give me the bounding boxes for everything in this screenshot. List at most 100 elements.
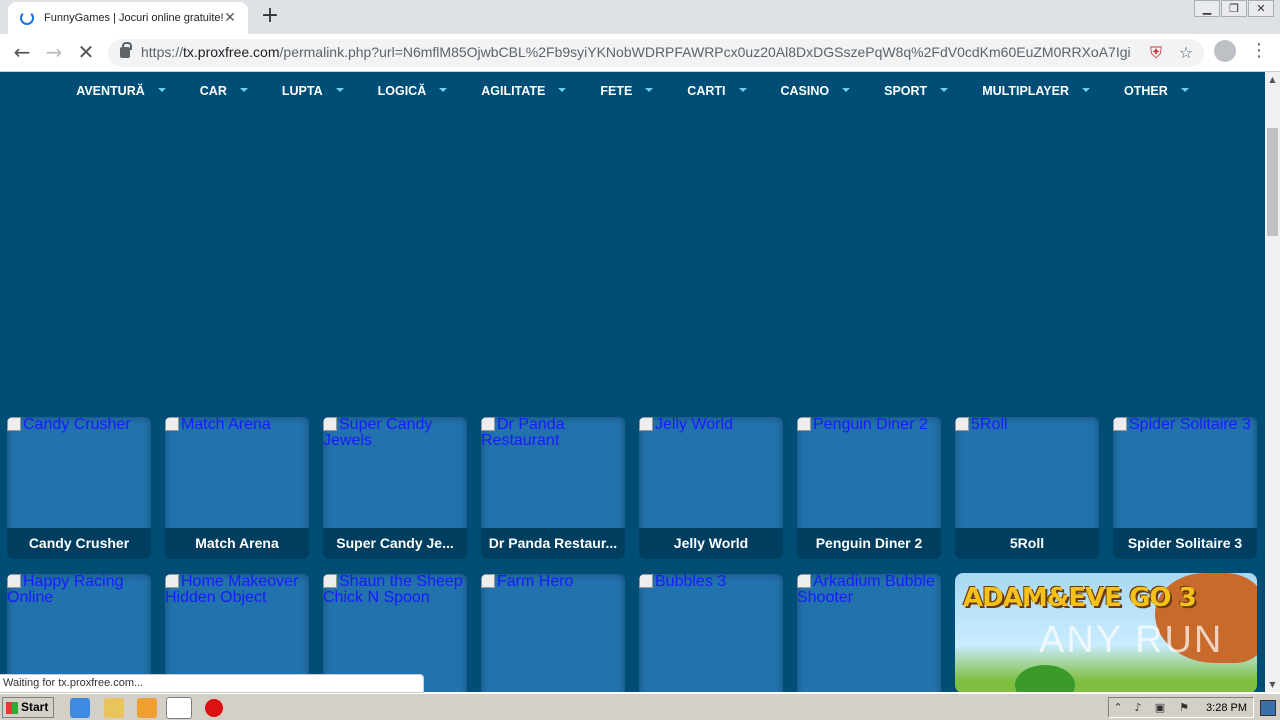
game-thumbnail[interactable]: Candy Crusher xyxy=(7,417,151,433)
blocked-icon[interactable]: ⛨ xyxy=(1146,43,1166,63)
game-thumbnail[interactable]: Super Candy Jewels xyxy=(323,417,467,449)
network-icon[interactable]: ▣ xyxy=(1153,701,1167,715)
nav-item[interactable]: CAR xyxy=(200,72,248,110)
page-content: AVENTURĂ CAR LUPTA LOGICĂ AGILITATE FETE CARTI… xyxy=(0,72,1265,692)
game-card[interactable]: Super Candy Jewels Super Candy Je... xyxy=(323,417,467,559)
image-alt-text: Spider Solitaire 3 xyxy=(1129,417,1251,433)
game-card[interactable]: 5Roll 5Roll xyxy=(955,417,1099,559)
broken-image-icon xyxy=(1113,417,1127,431)
nav-item[interactable]: MULTIPLAYER xyxy=(982,72,1090,110)
game-card[interactable]: Bubbles 3 xyxy=(639,574,783,692)
address-bar[interactable]: https://tx.proxfree.com/permalink.php?ur… xyxy=(108,39,1204,67)
game-title[interactable]: Dr Panda Restaur... xyxy=(481,528,625,559)
nav-item-label: LUPTA xyxy=(281,84,323,98)
game-thumbnail[interactable]: Bubbles 3 xyxy=(639,574,783,590)
leaf-illustration xyxy=(1015,665,1075,692)
opera-icon[interactable] xyxy=(205,699,223,717)
nav-item[interactable]: CARTI xyxy=(687,72,747,110)
game-card[interactable]: Dr Panda Restaurant Dr Panda Restaur... xyxy=(481,417,625,559)
game-thumbnail[interactable]: Jelly World xyxy=(639,417,783,433)
image-alt-text: Super Candy Jewels xyxy=(323,417,433,449)
scroll-up-icon[interactable]: ▲ xyxy=(1265,72,1280,87)
game-card[interactable]: Candy Crusher Candy Crusher xyxy=(7,417,151,559)
menu-icon[interactable]: ⋮ xyxy=(1250,40,1268,62)
game-title[interactable]: Candy Crusher xyxy=(7,528,151,559)
broken-image-icon xyxy=(323,574,337,588)
nav-item[interactable]: LOGICĂ xyxy=(378,72,448,110)
game-thumbnail[interactable]: 5Roll xyxy=(955,417,1099,433)
profile-avatar[interactable] xyxy=(1214,40,1236,62)
game-thumbnail[interactable]: Match Arena xyxy=(165,417,309,433)
featured-game-banner[interactable]: ADAM&EVE GO 3 ANY RUN xyxy=(955,573,1257,692)
forward-icon[interactable]: → xyxy=(42,41,66,65)
game-thumbnail[interactable]: Spider Solitaire 3 xyxy=(1113,417,1257,433)
image-alt-text: Arkadium Bubble Shooter xyxy=(797,574,935,606)
status-bubble: Waiting for tx.proxfree.com... xyxy=(0,674,424,693)
scroll-thumb[interactable] xyxy=(1267,128,1278,236)
back-icon[interactable]: ← xyxy=(10,41,34,65)
game-card[interactable]: Spider Solitaire 3 Spider Solitaire 3 xyxy=(1113,417,1257,559)
game-card[interactable]: Arkadium Bubble Shooter xyxy=(797,574,941,692)
category-nav: AVENTURĂ CAR LUPTA LOGICĂ AGILITATE FETE CARTI… xyxy=(0,72,1265,110)
game-title[interactable]: Super Candy Je... xyxy=(323,528,467,559)
close-window-icon[interactable]: ✕ xyxy=(1248,0,1274,17)
game-thumbnail[interactable]: Penguin Diner 2 xyxy=(797,417,941,433)
nav-item-label: CAR xyxy=(199,84,227,98)
new-tab-icon[interactable]: + xyxy=(258,5,282,29)
game-card[interactable]: Jelly World Jelly World xyxy=(639,417,783,559)
media-player-icon[interactable] xyxy=(137,698,157,718)
image-alt-text: Jelly World xyxy=(655,417,733,433)
image-alt-text: Happy Racing Online xyxy=(7,574,124,606)
browser-tab[interactable]: FunnyGames | Jocuri online gratuite! ✕ xyxy=(8,2,248,34)
game-title[interactable]: Penguin Diner 2 xyxy=(797,528,941,559)
flag-icon[interactable]: ⚑ xyxy=(1177,701,1191,715)
bookmark-star-icon[interactable]: ☆ xyxy=(1176,43,1196,62)
game-title[interactable]: Spider Solitaire 3 xyxy=(1113,528,1257,559)
tab-strip: FunnyGames | Jocuri online gratuite! ✕ +… xyxy=(0,0,1280,34)
caret-down-icon xyxy=(645,88,654,92)
stop-icon[interactable]: ✕ xyxy=(74,41,98,65)
nav-item[interactable]: FETE xyxy=(600,72,654,110)
start-button[interactable]: Start xyxy=(2,697,54,718)
broken-image-icon xyxy=(165,417,179,431)
volume-icon[interactable]: ♪ xyxy=(1131,701,1145,715)
broken-image-icon xyxy=(797,417,811,431)
featured-logo: ADAM&EVE GO 3 xyxy=(963,583,1197,613)
caret-down-icon xyxy=(738,88,747,92)
scroll-down-icon[interactable]: ▼ xyxy=(1265,677,1280,692)
chrome-taskbar-icon[interactable] xyxy=(166,697,192,719)
nav-item[interactable]: AGILITATE xyxy=(481,72,567,110)
game-card[interactable]: Match Arena Match Arena xyxy=(165,417,309,559)
nav-item[interactable]: OTHER xyxy=(1124,72,1189,110)
game-title[interactable]: Match Arena xyxy=(165,528,309,559)
game-thumbnail[interactable]: Home Makeover Hidden Object xyxy=(165,574,309,606)
game-thumbnail[interactable]: Happy Racing Online xyxy=(7,574,151,606)
game-thumbnail[interactable]: Shaun the Sheep Chick N Spoon xyxy=(323,574,467,606)
restore-icon[interactable]: ❐ xyxy=(1221,0,1247,17)
tray-expand-icon[interactable]: ⌃ xyxy=(1111,701,1125,715)
nav-item-label: AVENTURĂ xyxy=(76,84,145,98)
watermark: ANY RUN xyxy=(1039,619,1224,661)
broken-image-icon xyxy=(481,574,495,588)
nav-item[interactable]: AVENTURĂ xyxy=(76,72,166,110)
close-tab-icon[interactable]: ✕ xyxy=(222,10,238,26)
game-card[interactable]: Penguin Diner 2 Penguin Diner 2 xyxy=(797,417,941,559)
nav-item[interactable]: LUPTA xyxy=(282,72,344,110)
explorer-icon[interactable] xyxy=(104,698,124,718)
game-thumbnail[interactable]: Dr Panda Restaurant xyxy=(481,417,625,449)
nav-item[interactable]: SPORT xyxy=(884,72,949,110)
game-thumbnail[interactable]: Farm Hero xyxy=(481,574,625,590)
game-title[interactable]: 5Roll xyxy=(955,528,1099,559)
image-alt-text: Candy Crusher xyxy=(23,417,131,433)
game-card[interactable]: Farm Hero xyxy=(481,574,625,692)
page-scrollbar[interactable]: ▲ ▼ xyxy=(1265,72,1280,692)
game-title[interactable]: Jelly World xyxy=(639,528,783,559)
game-thumbnail[interactable]: Arkadium Bubble Shooter xyxy=(797,574,941,606)
minimize-icon[interactable]: ▁ xyxy=(1194,0,1220,17)
nav-item[interactable]: CASINO xyxy=(781,72,851,110)
url-path: /permalink.php?url=N6mflM85OjwbCBL%2Fb9s… xyxy=(279,44,1131,60)
image-alt-text: 5Roll xyxy=(971,417,1008,433)
ie-icon[interactable] xyxy=(70,698,90,718)
clock: 3:28 PM xyxy=(1206,702,1247,714)
show-desktop-icon[interactable] xyxy=(1260,700,1276,716)
